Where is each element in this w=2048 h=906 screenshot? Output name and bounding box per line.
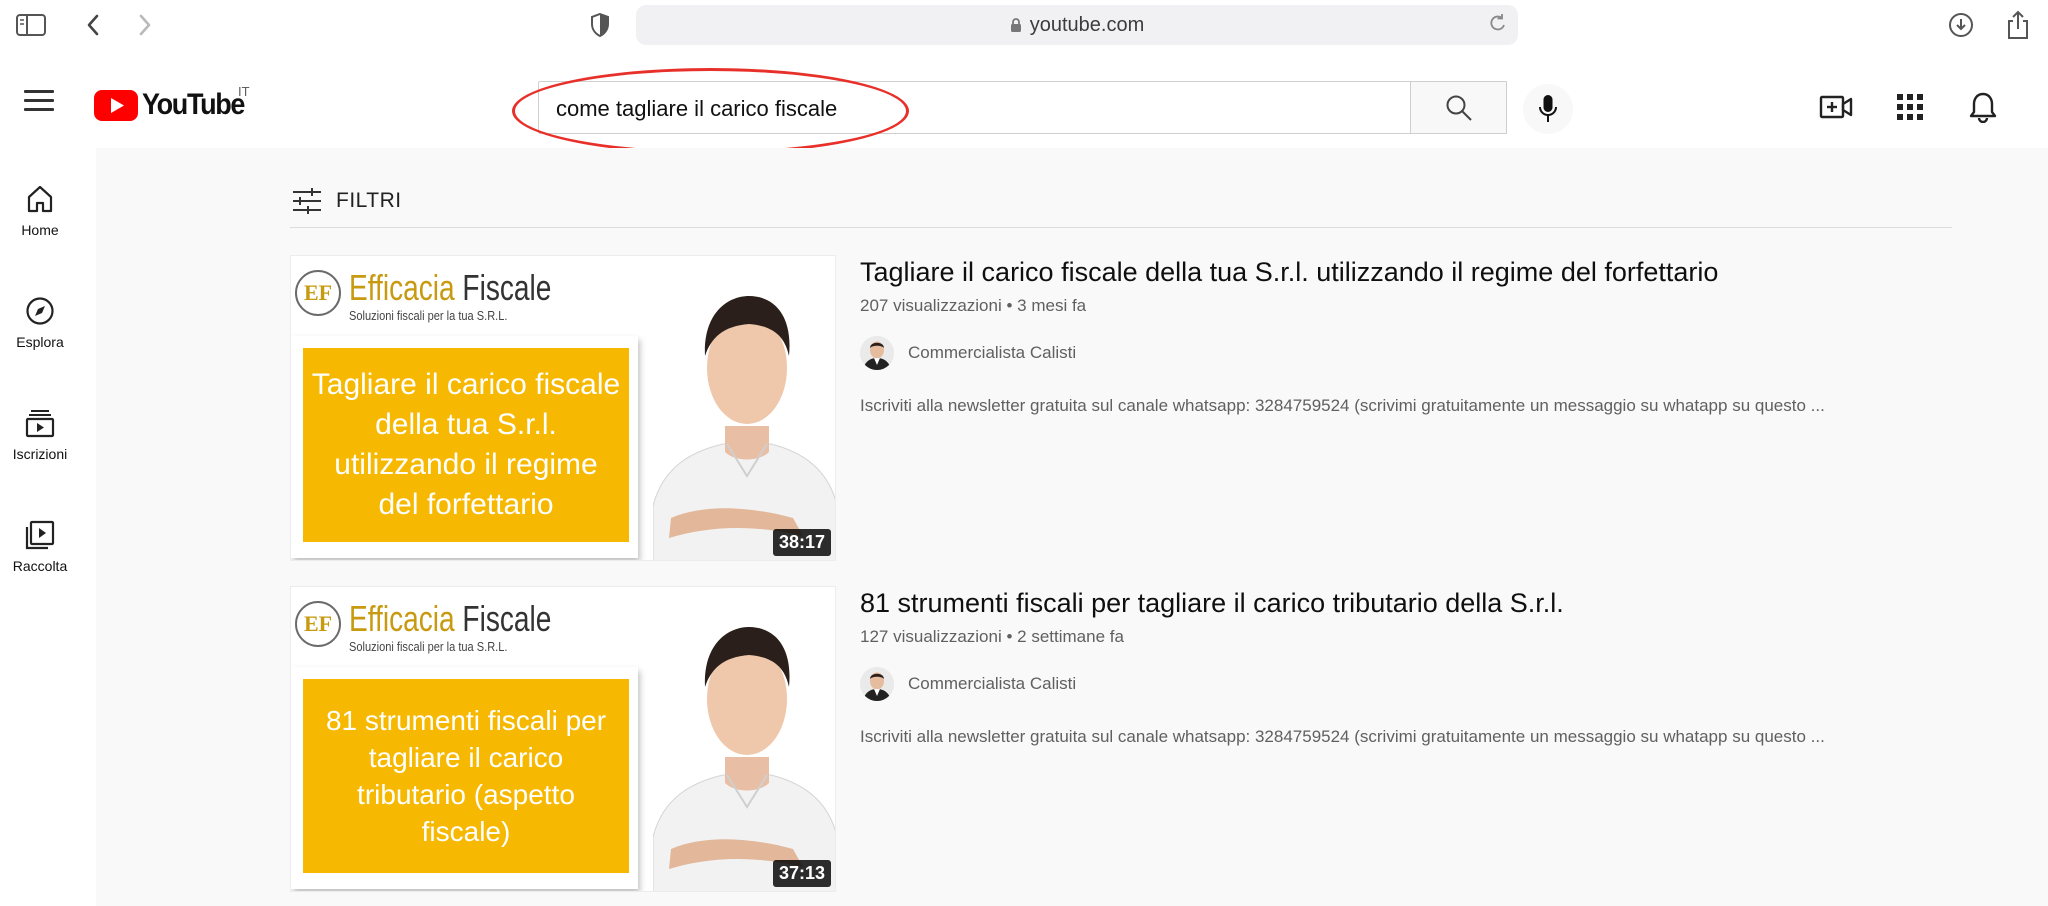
video-thumbnail[interactable]: EF Efficacia Fiscale Soluzioni fiscali p…: [290, 255, 836, 561]
search-query: come tagliare il carico fiscale: [556, 96, 838, 121]
apps-grid-icon[interactable]: [1889, 86, 1931, 128]
search-icon: [1446, 95, 1472, 121]
brand-word-1: Efficacia: [349, 267, 455, 308]
menu-icon[interactable]: [24, 90, 54, 112]
brand-subtitle: Soluzioni fiscali per la tua S.R.L.: [349, 308, 508, 323]
guide-item-home[interactable]: Home: [0, 182, 80, 238]
channel-row[interactable]: Commercialista Calisti: [860, 667, 1960, 701]
video-description: Iscriviti alla newsletter gratuita sul c…: [860, 396, 1825, 415]
thumbnail-brand: EF Efficacia Fiscale Soluzioni fiscali p…: [295, 601, 608, 654]
upload-age: 2 settimane fa: [1017, 627, 1124, 646]
brand-subtitle: Soluzioni fiscali per la tua S.R.L.: [349, 639, 508, 654]
thumbnail-brand: EF Efficacia Fiscale Soluzioni fiscali p…: [295, 270, 608, 323]
youtube-play-icon: [94, 89, 138, 121]
guide-item-subscriptions[interactable]: Iscrizioni: [0, 406, 80, 462]
thumbnail-card: Tagliare il carico fiscale della tua S.r…: [291, 336, 638, 558]
video-result[interactable]: EF Efficacia Fiscale Soluzioni fiscali p…: [290, 255, 1960, 561]
youtube-logo[interactable]: YouTube: [94, 88, 255, 122]
address-bar[interactable]: youtube.com: [636, 5, 1518, 45]
reload-icon[interactable]: [1488, 13, 1508, 40]
create-video-icon[interactable]: [1815, 86, 1857, 128]
guide-item-explore[interactable]: Esplora: [0, 294, 80, 350]
search-button[interactable]: [1410, 81, 1507, 134]
logo-text: YouTube: [142, 88, 245, 121]
home-icon: [0, 182, 80, 216]
channel-name[interactable]: Commercialista Calisti: [908, 674, 1076, 694]
browser-toolbar: youtube.com: [0, 0, 2048, 50]
video-title[interactable]: 81 strumenti fiscali per tagliare il car…: [860, 586, 1960, 620]
filters-label: FILTRI: [336, 189, 402, 212]
video-duration: 38:17: [772, 529, 831, 556]
video-description: Iscriviti alla newsletter gratuita sul c…: [860, 727, 1825, 746]
back-icon[interactable]: [78, 10, 108, 40]
upload-age: 3 mesi fa: [1017, 296, 1087, 315]
brand-word-2: Fiscale: [462, 267, 552, 308]
video-result[interactable]: EF Efficacia Fiscale Soluzioni fiscali p…: [290, 586, 1960, 892]
country-code: IT: [238, 84, 250, 99]
video-title[interactable]: Tagliare il carico fiscale della tua S.r…: [860, 255, 1960, 289]
efficacia-fiscale-logo-icon: EF: [295, 270, 341, 316]
search-results-area: FILTRI EF Efficacia Fiscale Soluzioni fi…: [96, 148, 2048, 906]
presenter-photo: [653, 627, 835, 891]
video-stats: 127 visualizzazioni • 2 settimane fa: [860, 627, 1124, 646]
search-input[interactable]: come tagliare il carico fiscale: [538, 81, 1410, 134]
notifications-bell-icon[interactable]: [1962, 86, 2004, 128]
video-thumbnail[interactable]: EF Efficacia Fiscale Soluzioni fiscali p…: [290, 586, 836, 892]
video-duration: 37:13: [772, 860, 831, 887]
channel-avatar[interactable]: [860, 336, 894, 370]
guide-item-library[interactable]: Raccolta: [0, 518, 80, 574]
library-icon: [0, 518, 80, 552]
thumbnail-card: 81 strumenti fiscali per tagliare il car…: [291, 667, 638, 889]
downloads-icon[interactable]: [1946, 10, 1976, 40]
channel-avatar[interactable]: [860, 667, 894, 701]
filters-button[interactable]: FILTRI: [292, 186, 402, 216]
subscriptions-icon: [0, 406, 80, 440]
guide-label: Home: [21, 222, 59, 238]
guide-label: Raccolta: [12, 558, 68, 574]
divider: [290, 227, 1952, 228]
brand-word-1: Efficacia: [349, 598, 455, 639]
guide-label: Esplora: [16, 334, 64, 350]
share-icon[interactable]: [2003, 10, 2033, 40]
presenter-photo: [653, 296, 835, 560]
lock-icon: [1010, 18, 1021, 32]
youtube-header: YouTube IT come tagliare il carico fisca…: [0, 50, 2048, 154]
view-count: 207 visualizzazioni: [860, 296, 1002, 315]
guide-label: Iscrizioni: [12, 446, 68, 462]
voice-search-button[interactable]: [1523, 84, 1573, 134]
sidebar-toggle-icon[interactable]: [16, 10, 46, 40]
forward-icon[interactable]: [130, 10, 160, 40]
view-count: 127 visualizzazioni: [860, 627, 1002, 646]
url-text: youtube.com: [1029, 14, 1145, 36]
brand-word-2: Fiscale: [462, 598, 552, 639]
video-meta: 81 strumenti fiscali per tagliare il car…: [860, 586, 1960, 750]
video-meta: Tagliare il carico fiscale della tua S.r…: [860, 255, 1960, 419]
filter-sliders-icon: [293, 188, 321, 214]
compass-icon: [0, 294, 80, 328]
channel-row[interactable]: Commercialista Calisti: [860, 336, 1960, 370]
microphone-icon: [1539, 95, 1557, 122]
efficacia-fiscale-logo-icon: EF: [295, 601, 341, 647]
privacy-shield-icon[interactable]: [585, 10, 615, 40]
thumbnail-text: Tagliare il carico fiscale della tua S.r…: [311, 368, 621, 521]
channel-name[interactable]: Commercialista Calisti: [908, 343, 1076, 363]
thumbnail-text: 81 strumenti fiscali per tagliare il car…: [325, 705, 607, 847]
video-stats: 207 visualizzazioni • 3 mesi fa: [860, 296, 1087, 315]
mini-guide: Home Esplora Iscrizioni Raccolta: [0, 148, 96, 906]
